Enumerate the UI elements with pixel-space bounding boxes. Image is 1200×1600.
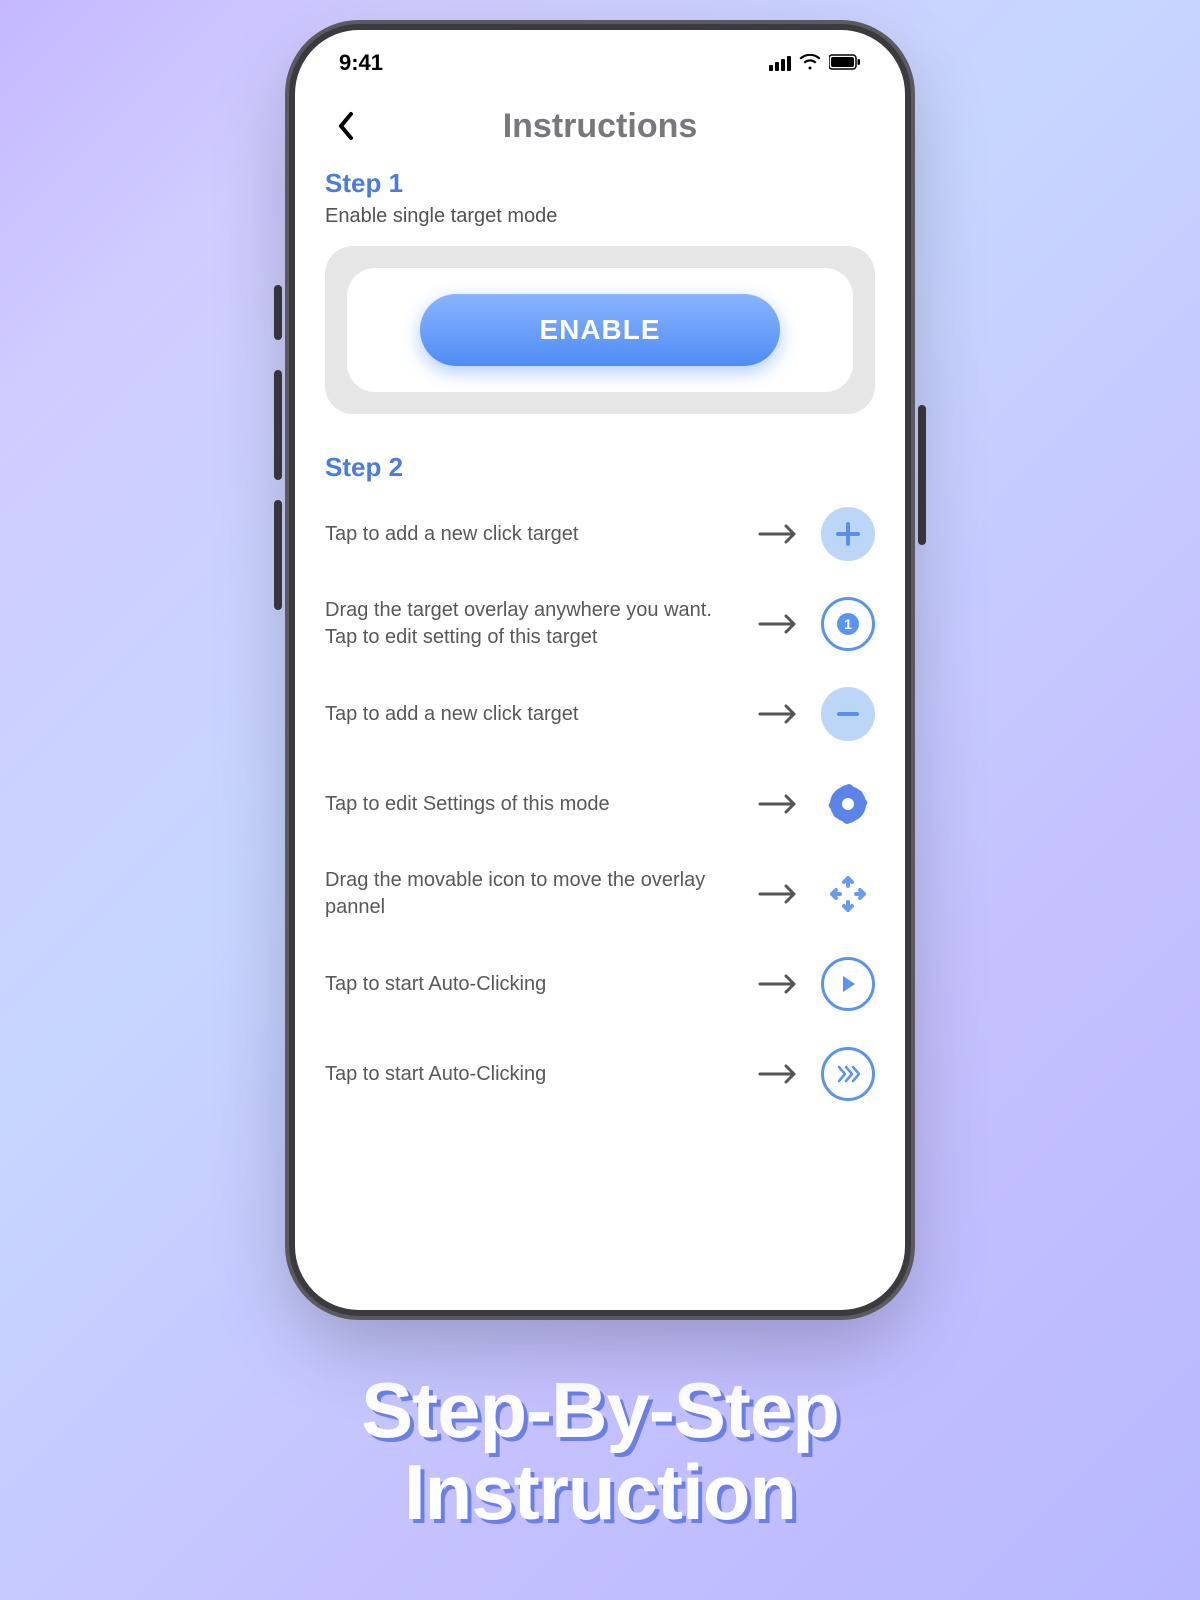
page-title: Instructions bbox=[365, 107, 835, 146]
play-icon bbox=[837, 973, 859, 995]
instruction-text: Tap to add a new click target bbox=[325, 701, 735, 728]
instruction-row: Drag the target overlay anywhere you wan… bbox=[325, 579, 875, 669]
start-clicking-icon[interactable] bbox=[821, 957, 875, 1011]
status-time: 9:41 bbox=[339, 50, 383, 76]
arrow-right-icon bbox=[753, 702, 803, 726]
instruction-row: Tap to start Auto-Clicking bbox=[325, 1029, 875, 1119]
minus-icon bbox=[834, 700, 862, 728]
instruction-text: Drag the movable icon to move the overla… bbox=[325, 867, 735, 921]
wifi-icon bbox=[799, 50, 821, 76]
caption-line-1: Step-By-Step bbox=[361, 1370, 839, 1452]
step1-label: Step 1 bbox=[325, 168, 875, 199]
arrow-right-icon bbox=[753, 972, 803, 996]
plus-icon bbox=[834, 520, 862, 548]
status-bar: 9:41 bbox=[295, 30, 905, 96]
instruction-text: Tap to start Auto-Clicking bbox=[325, 971, 735, 998]
instruction-row: Tap to start Auto-Clicking bbox=[325, 939, 875, 1029]
back-button[interactable] bbox=[325, 106, 365, 146]
target-number-icon[interactable]: 1 bbox=[821, 597, 875, 651]
enable-card: ENABLE bbox=[325, 246, 875, 414]
chevron-left-icon bbox=[336, 111, 354, 141]
instruction-row: Tap to add a new click target bbox=[325, 669, 875, 759]
promo-caption: Step-By-Step Instruction bbox=[361, 1370, 839, 1534]
instruction-row: Tap to add a new click target bbox=[325, 489, 875, 579]
gear-icon bbox=[826, 782, 870, 826]
arrow-right-icon bbox=[753, 882, 803, 906]
instruction-text: Tap to edit Settings of this mode bbox=[325, 791, 735, 818]
instruction-row: Tap to edit Settings of this mode bbox=[325, 759, 875, 849]
caption-line-2: Instruction bbox=[361, 1452, 839, 1534]
instruction-text: Drag the target overlay anywhere you wan… bbox=[325, 597, 735, 651]
enable-button[interactable]: ENABLE bbox=[420, 294, 780, 366]
cellular-icon bbox=[769, 55, 791, 71]
arrow-right-icon bbox=[753, 792, 803, 816]
target-number: 1 bbox=[837, 613, 859, 635]
battery-icon bbox=[829, 50, 861, 76]
add-target-icon[interactable] bbox=[821, 507, 875, 561]
arrow-right-icon bbox=[753, 522, 803, 546]
instruction-row: Drag the movable icon to move the overla… bbox=[325, 849, 875, 939]
chevrons-right-icon bbox=[835, 1063, 861, 1085]
settings-icon[interactable] bbox=[821, 777, 875, 831]
header: Instructions bbox=[295, 96, 905, 168]
fast-forward-icon[interactable] bbox=[821, 1047, 875, 1101]
phone-frame: 9:41 Instructions Step 1 Enable single t… bbox=[295, 30, 905, 1310]
step1-desc: Enable single target mode bbox=[325, 205, 875, 228]
arrow-right-icon bbox=[753, 1062, 803, 1086]
step2-label: Step 2 bbox=[325, 452, 875, 483]
move-icon bbox=[826, 872, 870, 916]
arrow-right-icon bbox=[753, 612, 803, 636]
instruction-text: Tap to add a new click target bbox=[325, 521, 735, 548]
remove-target-icon[interactable] bbox=[821, 687, 875, 741]
move-panel-icon[interactable] bbox=[821, 867, 875, 921]
instruction-text: Tap to start Auto-Clicking bbox=[325, 1061, 735, 1088]
